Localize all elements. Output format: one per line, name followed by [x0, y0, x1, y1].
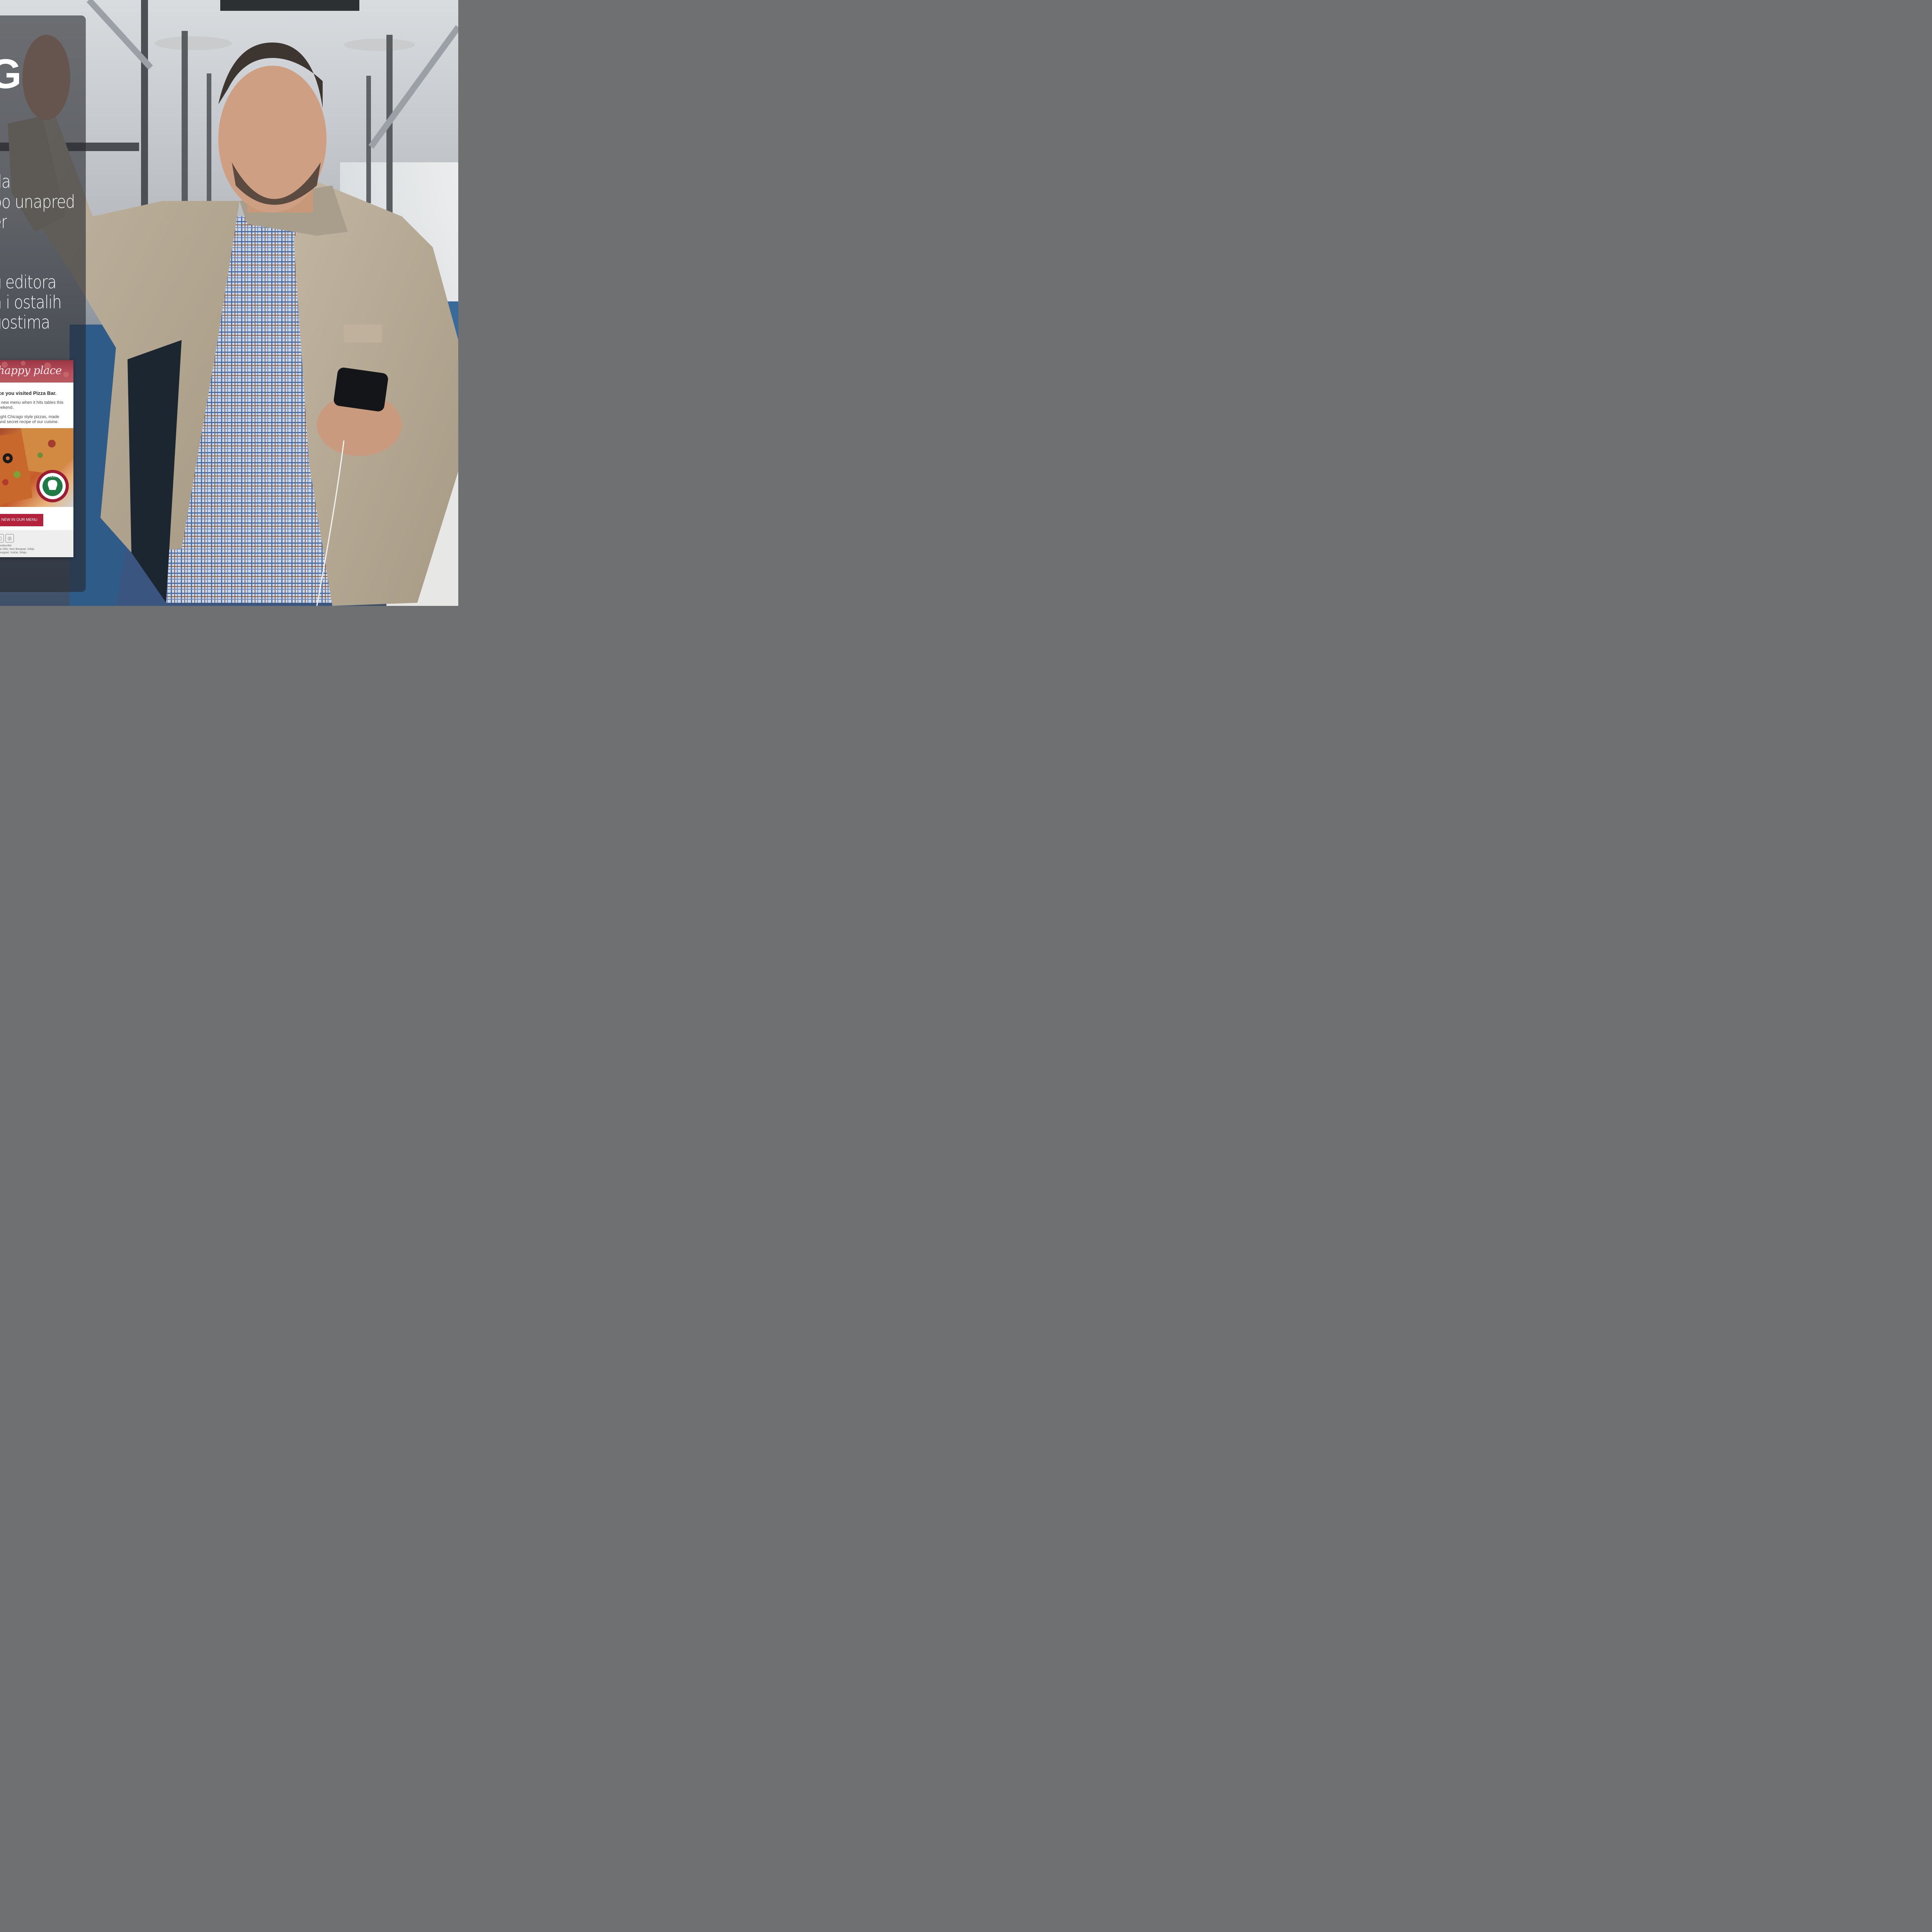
- panel-line-6: gostima: [0, 312, 50, 332]
- email-tagline: happy place: [0, 364, 62, 377]
- pizza-photo: PIZZA BAR: [0, 428, 73, 507]
- panel-line-3: er: [0, 212, 7, 232]
- email-body-line-4: and secret recipe of our cuisine.: [0, 420, 59, 424]
- email-header-banner: happy place: [0, 360, 73, 383]
- unsubscribe-link[interactable]: nsubscribe: [0, 544, 12, 548]
- pizza-illustration: PIZZA BAR: [0, 428, 73, 505]
- logo-text-bottom: BAR: [48, 496, 57, 500]
- phone: [333, 367, 388, 412]
- panel-line-5: n i ostalih: [0, 292, 61, 312]
- email-title: ce you visited Pizza Bar.: [0, 390, 57, 396]
- email-body-line-1: r new menu when it hits tables this: [0, 400, 64, 405]
- share-icon[interactable]: ▢: [0, 534, 4, 543]
- footer-address-2: Beograd, Vračar, Srbija: [0, 551, 27, 554]
- email-footer: ▢ ◎ nsubscribe na 165v, Novi Beograd, Sr…: [0, 530, 73, 557]
- panel-line-1: da: [0, 172, 10, 192]
- logo-text-top: PIZZA: [47, 474, 59, 478]
- email-body-line-2: eekend.: [0, 405, 14, 410]
- panel-line-2: po unapred: [0, 192, 75, 212]
- email-preview: happy place ce you visited Pizza Bar. r …: [0, 360, 73, 557]
- email-body-line-3: light Chicago style pizzas, made: [0, 415, 60, 419]
- footer-address-1: na 165v, Novi Beograd, Srbija: [0, 548, 34, 551]
- instagram-icon[interactable]: ◎: [5, 534, 14, 543]
- panel-heading: G: [0, 50, 22, 97]
- menu-cta-button[interactable]: S NEW IN OUR MENU: [0, 514, 43, 526]
- panel-line-4: g editora: [0, 272, 56, 292]
- pizza-bar-logo: PIZZA BAR: [36, 470, 69, 502]
